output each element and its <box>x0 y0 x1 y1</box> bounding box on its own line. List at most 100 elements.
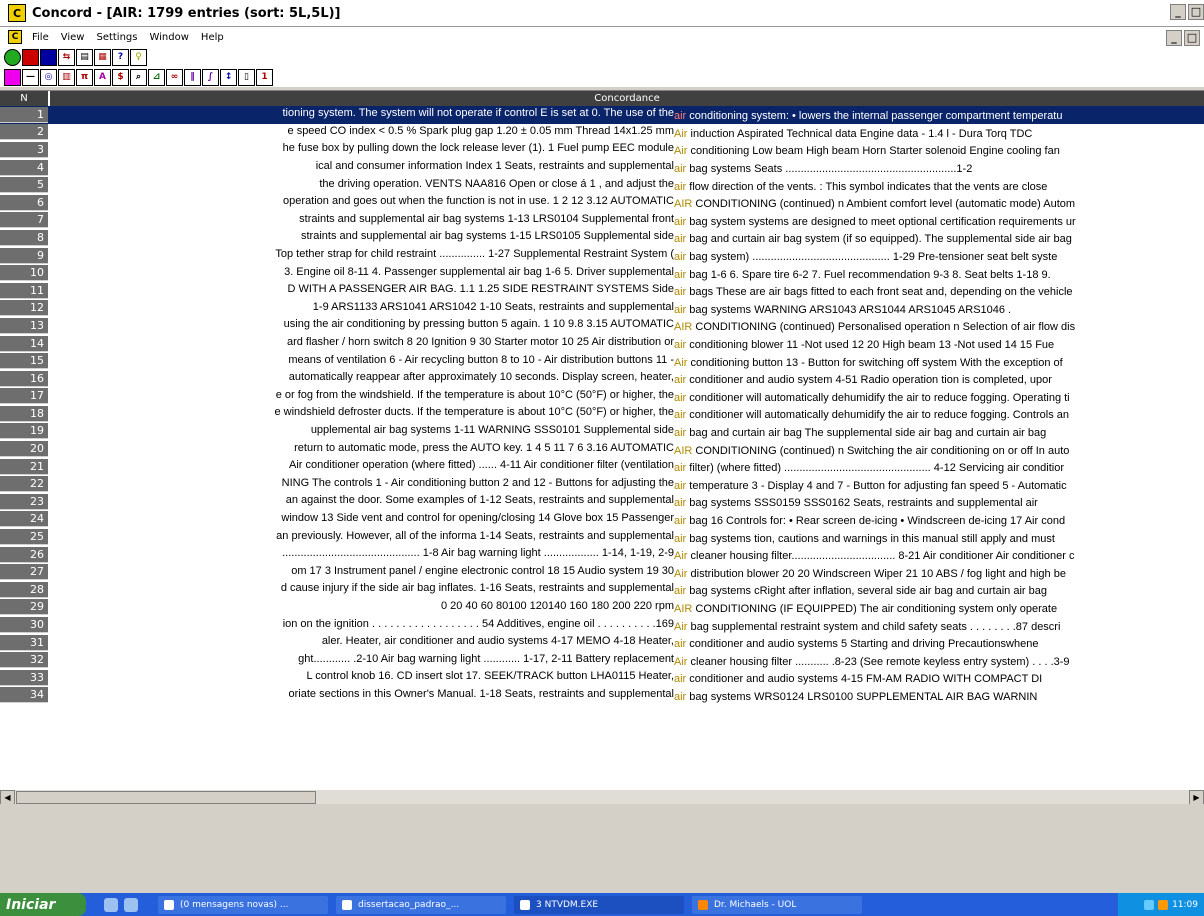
concordance-line[interactable]: ard flasher / horn switch 8 20 Ignition … <box>48 336 1204 351</box>
menu-file[interactable]: File <box>26 32 55 43</box>
concordance-line[interactable]: straints and supplemental air bag system… <box>48 213 1204 228</box>
table-row[interactable]: 9 Top tether strap for child restraint ..… <box>0 247 1204 265</box>
save-icon[interactable] <box>22 48 39 66</box>
concordance-line[interactable]: L control knob 16. CD insert slot 17. SE… <box>48 670 1204 685</box>
concordance-line[interactable]: NING The controls 1 - Air conditioning b… <box>48 477 1204 492</box>
concordance-line[interactable]: an against the door. Some examples of 1-… <box>48 494 1204 509</box>
table-row[interactable]: 5 the driving operation. VENTS NAA816 Ope… <box>0 176 1204 194</box>
desktop-icon[interactable] <box>104 897 118 912</box>
menu-help[interactable]: Help <box>195 32 230 43</box>
menu-window[interactable]: Window <box>143 32 194 43</box>
patterns-icon[interactable]: ‖ <box>184 68 201 86</box>
minimize-button[interactable]: _ <box>1170 4 1186 20</box>
table-row[interactable]: 28 d cause injury if the side air bag inf… <box>0 581 1204 599</box>
concordance-line[interactable]: automatically reappear after approximate… <box>48 371 1204 386</box>
table-row[interactable]: 2 e speed CO index < 0.5 % Spark plug gap… <box>0 124 1204 142</box>
task-document[interactable]: dissertacao_padrao_... <box>336 895 506 914</box>
table-row[interactable]: 31 aler. Heater, air conditioner and audi… <box>0 634 1204 652</box>
column-header-concordance[interactable]: Concordance <box>50 91 1204 106</box>
table-row[interactable]: 8 straints and supplemental air bag syste… <box>0 229 1204 247</box>
table-row[interactable]: 21 Air conditioner operation (where fitte… <box>0 458 1204 476</box>
table-row[interactable]: 16 automatically reappear after approxima… <box>0 370 1204 388</box>
concordance-line[interactable]: 0 20 40 60 80100 120140 160 180 200 220 … <box>48 600 1204 615</box>
concordance-line[interactable]: straints and supplemental air bag system… <box>48 230 1204 245</box>
table-row[interactable]: 24 window 13 Side vent and control for op… <box>0 511 1204 529</box>
concordance-line[interactable]: 3. Engine oil 8-11 4. Passenger suppleme… <box>48 266 1204 281</box>
volume-icon[interactable] <box>1158 899 1169 910</box>
table-row[interactable]: 15 means of ventilation 6 - Air recycling… <box>0 352 1204 370</box>
concordance-line[interactable]: tioning system. The system will not oper… <box>48 107 1204 122</box>
concordance-line[interactable]: upplemental air bag systems 1-11 WARNING… <box>48 424 1204 439</box>
concordance-line[interactable]: e speed CO index < 0.5 % Spark plug gap … <box>48 125 1204 140</box>
table-row[interactable]: 10 3. Engine oil 8-11 4. Passenger supple… <box>0 264 1204 282</box>
concordance-line[interactable]: he fuse box by pulling down the lock rel… <box>48 142 1204 157</box>
concordance-line[interactable]: oriate sections in this Owner's Manual. … <box>48 688 1204 703</box>
concordance-line[interactable]: operation and goes out when the function… <box>48 195 1204 210</box>
concordance-line[interactable]: Air conditioner operation (where fitted)… <box>48 459 1204 474</box>
table-row[interactable]: 12 1-9 ARS1133 ARS1041 ARS1042 1-10 Seats… <box>0 300 1204 318</box>
print-icon[interactable]: ▤ <box>76 48 93 66</box>
table-row[interactable]: 6 operation and goes out when the functio… <box>0 194 1204 212</box>
doc-minimize-button[interactable]: _ <box>1166 30 1182 46</box>
doc-restore-button[interactable]: □ <box>1184 30 1200 46</box>
scroll-left-arrow[interactable]: ◀ <box>0 790 15 805</box>
info-icon[interactable]: 1 <box>256 68 273 86</box>
task-mail[interactable]: (0 mensagens novas) ... <box>158 895 328 914</box>
task-browser[interactable]: Dr. Michaels - UOL <box>692 895 862 914</box>
table-row[interactable]: 4 ical and consumer information Index 1 S… <box>0 159 1204 177</box>
concordance-line[interactable]: using the air conditioning by pressing b… <box>48 318 1204 333</box>
table-row[interactable]: 1 tioning system. The system will not ope… <box>0 106 1204 124</box>
table-row[interactable]: 25 an previously. However, all of the inf… <box>0 528 1204 546</box>
concordance-line[interactable]: d cause injury if the side air bag infla… <box>48 582 1204 597</box>
menu-settings[interactable]: Settings <box>90 32 143 43</box>
task-ntvdm[interactable]: 3 NTVDM.EXE <box>514 895 684 914</box>
print-preview-icon[interactable]: ▦ <box>94 48 111 66</box>
concordance-line[interactable]: an previously. However, all of the infor… <box>48 530 1204 545</box>
concordance-line[interactable]: ght............ .2-10 Air bag warning li… <box>48 653 1204 668</box>
help-icon[interactable]: ? <box>112 48 129 66</box>
table-row[interactable]: 23 an against the door. Some examples of … <box>0 493 1204 511</box>
table-row[interactable]: 14 ard flasher / horn switch 8 20 Ignitio… <box>0 335 1204 353</box>
table-row[interactable]: 30 ion on the ignition . . . . . . . . . … <box>0 616 1204 634</box>
concordance-line[interactable]: Top tether strap for child restraint ...… <box>48 248 1204 263</box>
cluster-icon[interactable]: ⊿ <box>148 68 165 86</box>
table-row[interactable]: 32 ght............ .2-10 Air bag warning … <box>0 651 1204 669</box>
clipboard-icon[interactable]: ▯ <box>238 68 255 86</box>
table-row[interactable]: 34 oriate sections in this Owner's Manual… <box>0 687 1204 705</box>
table-row[interactable]: 7 straints and supplemental air bag syste… <box>0 212 1204 230</box>
concordance-line[interactable]: e or fog from the windshield. If the tem… <box>48 389 1204 404</box>
table-row[interactable]: 22 NING The controls 1 - Air conditioning… <box>0 475 1204 493</box>
concordance-line[interactable]: 1-9 ARS1133 ARS1041 ARS1042 1-10 Seats, … <box>48 301 1204 316</box>
network-icon[interactable] <box>1144 899 1155 910</box>
concordance-line[interactable]: D WITH A PASSENGER AIR BAG. 1.1 1.25 SID… <box>48 283 1204 298</box>
table-row[interactable]: 33 L control knob 16. CD insert slot 17. … <box>0 669 1204 687</box>
columns-icon[interactable]: ▥ <box>58 68 75 86</box>
color-icon[interactable] <box>4 68 21 86</box>
concordance-line[interactable]: aler. Heater, air conditioner and audio … <box>48 635 1204 650</box>
font-icon[interactable]: A <box>94 68 111 86</box>
plot-icon[interactable]: ∫ <box>202 68 219 86</box>
merge-icon[interactable]: ⇆ <box>58 48 75 66</box>
browser-icon[interactable] <box>124 897 138 912</box>
scroll-right-arrow[interactable]: ▶ <box>1189 790 1204 805</box>
table-row[interactable]: 17 e or fog from the windshield. If the t… <box>0 388 1204 406</box>
concordance-line[interactable]: return to automatic mode, press the AUTO… <box>48 442 1204 457</box>
concordance-line[interactable]: means of ventilation 6 - Air recycling b… <box>48 354 1204 369</box>
concordance-line[interactable]: window 13 Side vent and control for open… <box>48 512 1204 527</box>
concordance-line[interactable]: ion on the ignition . . . . . . . . . . … <box>48 618 1204 633</box>
table-row[interactable]: 29 0 20 40 60 80100 120140 160 180 200 22… <box>0 599 1204 617</box>
scroll-thumb[interactable] <box>16 791 316 804</box>
table-row[interactable]: 11 D WITH A PASSENGER AIR BAG. 1.1 1.25 S… <box>0 282 1204 300</box>
table-row[interactable]: 26......................................… <box>0 546 1204 564</box>
column-header-n[interactable]: N <box>0 91 48 106</box>
table-row[interactable]: 19 upplemental air bag systems 1-11 WARNI… <box>0 423 1204 441</box>
start-button[interactable]: Iniciar <box>0 893 86 916</box>
search-icon[interactable]: ⌕ <box>130 68 147 86</box>
concordance-line[interactable]: the driving operation. VENTS NAA816 Open… <box>48 178 1204 193</box>
table-row[interactable]: 27 om 17 3 Instrument panel / engine elec… <box>0 563 1204 581</box>
recalc-icon[interactable]: $ <box>112 68 129 86</box>
horizontal-scrollbar[interactable]: ◀ ▶ <box>0 789 1204 805</box>
table-row[interactable]: 3 he fuse box by pulling down the lock re… <box>0 141 1204 159</box>
pi-icon[interactable]: π <box>76 68 93 86</box>
concordance-line[interactable]: ........................................… <box>48 547 1204 562</box>
